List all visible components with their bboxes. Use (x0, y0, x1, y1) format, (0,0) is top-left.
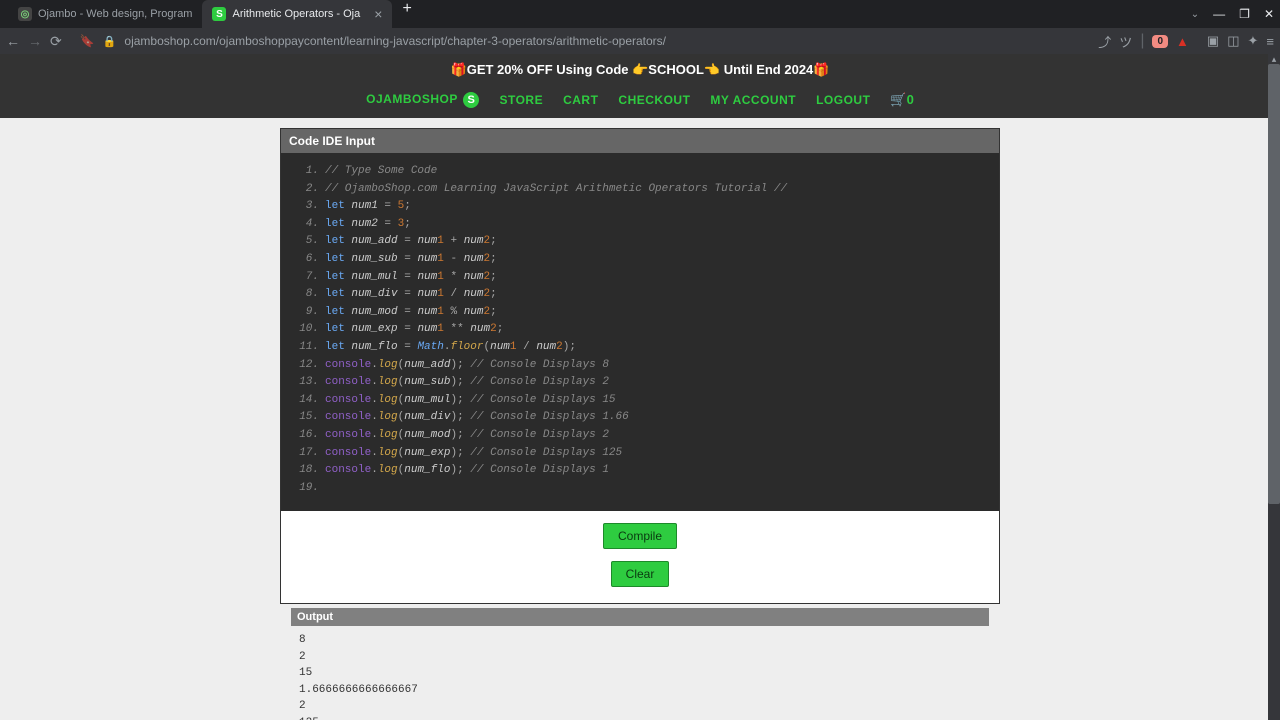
share-icon[interactable]: ⤴ (1098, 32, 1111, 51)
code-line: 15.console.log(num_div); // Console Disp… (293, 409, 987, 427)
menu-icon[interactable]: ≡ (1266, 34, 1274, 49)
lock-icon[interactable]: 🔒 (103, 35, 117, 48)
titlebar: ◎ Ojambo - Web design, Program S Arithme… (0, 0, 1280, 28)
code-line: 14.console.log(num_mul); // Console Disp… (293, 392, 987, 410)
extension-divider: | (1140, 32, 1144, 50)
nav-cart[interactable]: CART (563, 93, 598, 107)
warning-icon[interactable]: ▲ (1176, 34, 1189, 49)
output-body: 82151.666666666666666721251 (291, 626, 989, 720)
output-line: 125 (299, 715, 981, 720)
tab-inactive[interactable]: ◎ Ojambo - Web design, Program (8, 0, 202, 28)
compile-button[interactable]: Compile (603, 523, 677, 549)
browser-tabs: ◎ Ojambo - Web design, Program S Arithme… (8, 0, 412, 28)
code-line: 3.let num1 = 5; (293, 198, 987, 216)
nav-store[interactable]: STORE (499, 93, 543, 107)
code-line: 4.let num2 = 3; (293, 216, 987, 234)
promo-text: 🎁GET 20% OFF Using Code 👉SCHOOL👈 Until E… (451, 62, 830, 77)
new-tab-button[interactable]: + (402, 0, 411, 28)
toolbar-right: ⤴ ツ | 0 ▲ ▣ ◫ ✦ ≡ (1098, 32, 1274, 51)
code-line: 16.console.log(num_mod); // Console Disp… (293, 427, 987, 445)
output-header: Output (291, 608, 989, 626)
window-controls: — ❐ ✕ (1213, 7, 1280, 21)
close-tab-icon[interactable]: × (374, 6, 382, 22)
code-line: 7.let num_mul = num1 * num2; (293, 269, 987, 287)
scroll-thumb[interactable] (1268, 64, 1280, 504)
code-line: 19. (293, 480, 987, 498)
sparkle-icon[interactable]: ✦ (1248, 33, 1259, 49)
output-line: 8 (299, 632, 981, 649)
tab-title: Ojambo - Web design, Program (38, 8, 192, 20)
code-line: 9.let num_mod = num1 % num2; (293, 304, 987, 322)
rss-icon[interactable]: ツ (1119, 32, 1132, 51)
close-window-button[interactable]: ✕ (1264, 7, 1274, 21)
forward-button[interactable]: → (28, 33, 42, 49)
ide-box: Code IDE Input 1.// Type Some Code2.// O… (280, 128, 1000, 604)
code-line: 17.console.log(num_exp); // Console Disp… (293, 445, 987, 463)
ide-header: Code IDE Input (281, 129, 999, 153)
code-line: 18.console.log(num_flo); // Console Disp… (293, 462, 987, 480)
cart-icon[interactable]: 🛒0 (890, 92, 913, 108)
code-line: 6.let num_sub = num1 - num2; (293, 251, 987, 269)
reload-button[interactable]: ⟳ (50, 33, 62, 50)
output-box: Output 82151.666666666666666721251 (291, 608, 989, 720)
output-line: 2 (299, 698, 981, 715)
tab-active[interactable]: S Arithmetic Operators - Oja × (202, 0, 392, 28)
code-line: 12.console.log(num_add); // Console Disp… (293, 357, 987, 375)
promo-banner: 🎁GET 20% OFF Using Code 👉SCHOOL👈 Until E… (0, 54, 1280, 86)
code-line: 10.let num_exp = num1 ** num2; (293, 321, 987, 339)
minimize-button[interactable]: — (1213, 7, 1225, 21)
extension-badge[interactable]: 0 (1152, 35, 1168, 48)
output-line: 15 (299, 665, 981, 682)
nav-myaccount[interactable]: MY ACCOUNT (710, 93, 796, 107)
browser-toolbar: ← → ⟳ 🔖 🔒 ojamboshop.com/ojamboshoppayco… (0, 28, 1280, 54)
clear-button[interactable]: Clear (611, 561, 670, 587)
url-text: ojamboshop.com/ojamboshoppaycontent/lear… (124, 34, 1080, 48)
page-scrollbar[interactable]: ▴ (1268, 54, 1280, 720)
back-button[interactable]: ← (6, 33, 20, 49)
tab-title: Arithmetic Operators - Oja (232, 8, 360, 20)
brand-badge-icon: S (463, 92, 479, 108)
nav-checkout[interactable]: CHECKOUT (618, 93, 690, 107)
code-line: 8.let num_div = num1 / num2; (293, 286, 987, 304)
site-nav: OJAMBOSHOP S STORE CART CHECKOUT MY ACCO… (0, 86, 1280, 118)
favicon-icon: S (212, 7, 226, 21)
output-line: 2 (299, 649, 981, 666)
ide-buttons: Compile Clear (281, 511, 999, 603)
page-content: 🎁GET 20% OFF Using Code 👉SCHOOL👈 Until E… (0, 54, 1280, 720)
maximize-button[interactable]: ❐ (1239, 7, 1250, 21)
code-line: 13.console.log(num_sub); // Console Disp… (293, 374, 987, 392)
nav-brand[interactable]: OJAMBOSHOP S (366, 92, 479, 108)
code-editor[interactable]: 1.// Type Some Code2.// OjamboShop.com L… (281, 153, 999, 511)
panel-icon[interactable]: ▣ (1207, 33, 1219, 49)
nav-logout[interactable]: LOGOUT (816, 93, 870, 107)
code-line: 11.let num_flo = Math.floor(num1 / num2)… (293, 339, 987, 357)
code-line: 5.let num_add = num1 + num2; (293, 233, 987, 251)
favicon-icon: ◎ (18, 7, 32, 21)
address-bar[interactable]: 🔖 🔒 ojamboshop.com/ojamboshoppaycontent/… (70, 34, 1091, 48)
sidepanel-icon[interactable]: ◫ (1227, 33, 1239, 49)
code-line: 1.// Type Some Code (293, 163, 987, 181)
bookmark-icon[interactable]: 🔖 (80, 34, 95, 48)
tabs-dropdown-icon[interactable]: ⌄ (1191, 9, 1199, 20)
output-line: 1.6666666666666667 (299, 682, 981, 699)
code-line: 2.// OjamboShop.com Learning JavaScript … (293, 181, 987, 199)
